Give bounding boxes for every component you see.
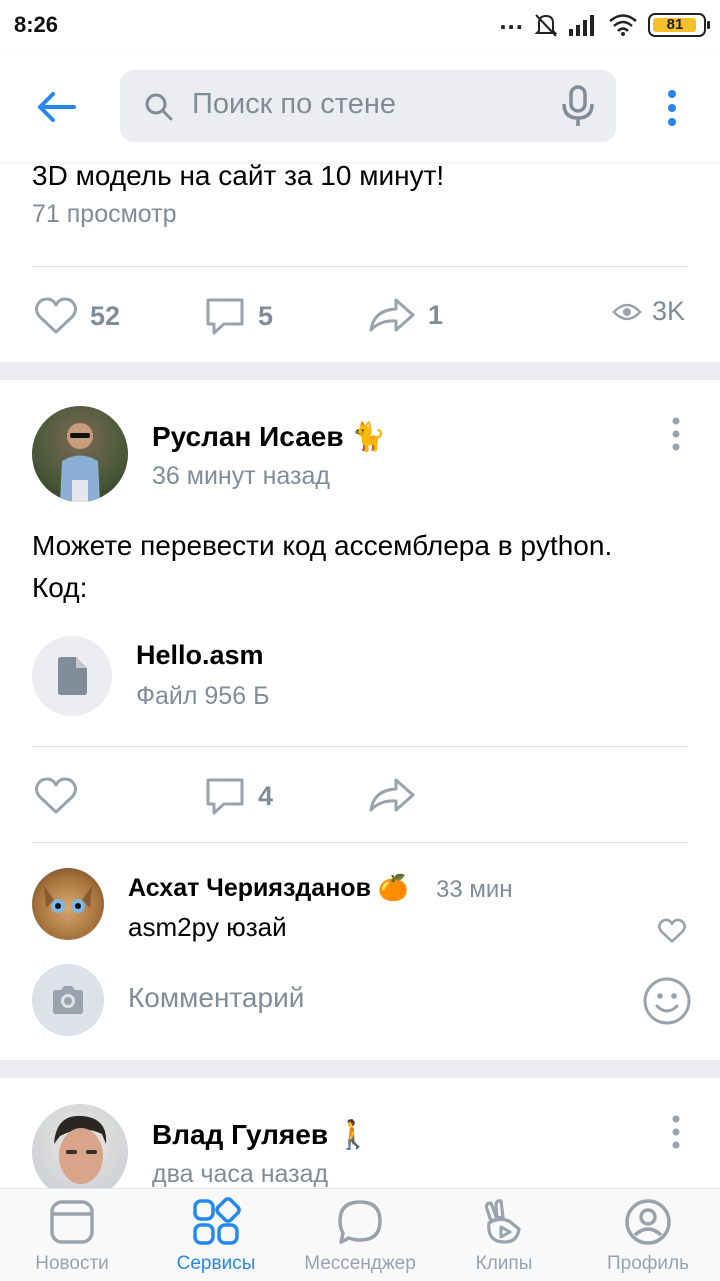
post-card: Руслан Исаев 🐈 36 минут назад Можете пер…	[0, 380, 720, 1060]
nav-messenger[interactable]: Мессенджер	[288, 1189, 432, 1281]
post-menu-icon[interactable]	[667, 416, 685, 456]
author-avatar[interactable]	[32, 406, 128, 502]
document-icon	[58, 657, 87, 695]
mute-bell-icon	[534, 14, 558, 37]
like-button[interactable]	[34, 776, 78, 816]
comment-input[interactable]: Комментарий	[128, 982, 304, 1014]
nav-label: Новости	[35, 1253, 109, 1274]
person-photo-icon	[60, 423, 100, 502]
status-time: 8:26	[14, 12, 59, 37]
more-notifications-icon: ...	[499, 4, 524, 35]
post-time: 36 минут назад	[152, 462, 330, 490]
views-count: 3K	[652, 296, 686, 326]
search-placeholder: Поиск по стене	[192, 88, 397, 120]
post-title[interactable]: 3D модель на сайт за 10 минут!	[32, 160, 444, 192]
comment-button[interactable]: 4	[204, 776, 273, 816]
nav-label: Клипы	[475, 1253, 533, 1274]
share-icon	[369, 778, 415, 812]
post-card: Влад Гуляев 🚶 два часа назад	[0, 1078, 720, 1200]
nav-clips[interactable]: Клипы	[432, 1189, 576, 1281]
post-time: два часа назад	[152, 1160, 329, 1188]
file-icon-bg	[32, 636, 112, 716]
comment-like-icon[interactable]	[657, 918, 687, 944]
nav-profile[interactable]: Профиль	[576, 1189, 720, 1281]
news-icon	[50, 1200, 94, 1244]
file-meta: Файл 956 Б	[136, 682, 270, 710]
nav-label: Мессенджер	[304, 1253, 416, 1274]
search-input[interactable]: Поиск по стене	[120, 70, 616, 142]
nav-label: Профиль	[606, 1253, 690, 1274]
battery-icon: 81	[648, 13, 710, 37]
search-icon	[145, 93, 173, 121]
author-emoji: 🚶	[335, 1119, 371, 1150]
share-button[interactable]	[368, 776, 416, 814]
heart-icon	[34, 297, 78, 334]
author-name[interactable]: Руслан Исаев 🐈	[152, 420, 386, 453]
status-icons: ... 81	[499, 5, 710, 40]
messenger-icon	[338, 1200, 382, 1244]
comment-count: 4	[258, 780, 274, 811]
divider	[32, 266, 688, 267]
comment-text: asm2py юзай	[128, 912, 287, 942]
wifi-icon	[609, 14, 637, 36]
comment-time: 33 мин	[436, 876, 513, 903]
post-menu-icon[interactable]	[667, 1114, 685, 1154]
person-photo-icon	[54, 1115, 107, 1184]
clips-icon	[484, 1199, 521, 1244]
commenter-emoji: 🍊	[377, 874, 410, 902]
like-count: 52	[90, 300, 121, 331]
battery-level: 81	[666, 16, 684, 33]
post-views-text: 71 просмотр	[32, 200, 177, 228]
services-icon	[193, 1197, 241, 1245]
like-button[interactable]: 52	[34, 296, 120, 336]
microphone-icon[interactable]	[558, 84, 598, 128]
kitten-photo-icon	[44, 886, 92, 922]
heart-icon	[34, 777, 78, 814]
arrow-left-icon	[38, 92, 76, 122]
views-counter: 3K	[612, 296, 685, 327]
author-avatar[interactable]	[32, 1104, 128, 1200]
eye-icon	[612, 303, 642, 320]
comment-icon	[206, 778, 244, 815]
comment-icon	[206, 298, 244, 335]
nav-services[interactable]: Сервисы	[144, 1189, 288, 1281]
author-emoji: 🐈	[351, 421, 387, 452]
post-text-line: Можете перевести код ассемблера в python…	[32, 530, 613, 561]
commenter-avatar[interactable]	[32, 868, 104, 940]
status-bar: 8:26 ... 81	[0, 0, 720, 52]
file-attachment[interactable]: Hello.asm Файл 956 Б	[32, 636, 532, 716]
post-card: 3D модель на сайт за 10 минут! 71 просмо…	[0, 160, 720, 362]
post-text-line: Код:	[32, 572, 88, 603]
share-count: 1	[428, 299, 444, 330]
divider	[32, 842, 688, 843]
comment-button[interactable]: 5	[204, 296, 273, 336]
share-icon	[369, 298, 415, 332]
file-name: Hello.asm	[136, 640, 264, 670]
commenter-name[interactable]: Асхат Чериязданов 🍊	[128, 874, 409, 903]
more-vertical-icon[interactable]	[660, 88, 684, 128]
share-button[interactable]: 1	[368, 296, 443, 334]
camera-icon	[53, 986, 83, 1014]
comment-avatar-placeholder[interactable]	[32, 964, 104, 1036]
back-button[interactable]	[30, 85, 82, 129]
author-name[interactable]: Влад Гуляев 🚶	[152, 1118, 371, 1151]
nav-news[interactable]: Новости	[0, 1189, 144, 1281]
divider	[32, 746, 688, 747]
bottom-navigation: Новости Сервисы Мессенджер Клипы Профиль	[0, 1188, 720, 1281]
signal-icon	[569, 15, 594, 36]
header: Поиск по стене	[0, 52, 720, 162]
profile-icon	[625, 1199, 671, 1245]
comment-count: 5	[258, 300, 274, 331]
nav-label: Сервисы	[176, 1253, 256, 1274]
emoji-smile-icon[interactable]	[642, 976, 692, 1026]
